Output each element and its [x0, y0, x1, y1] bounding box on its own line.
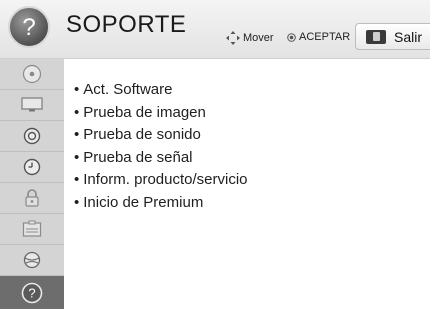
ok-hint: ACEPTAR [287, 31, 350, 43]
sidebar-item-options[interactable] [0, 214, 64, 245]
menu-item-picture-test[interactable]: • Prueba de imagen [74, 102, 248, 125]
svg-text:?: ? [28, 285, 35, 300]
sidebar-item-media[interactable] [0, 59, 64, 90]
sidebar-item-lock[interactable] [0, 183, 64, 214]
menu-item-premium-start[interactable]: • Inicio de Premium [74, 192, 248, 215]
options-box-icon [22, 220, 42, 237]
move-hint-label: Mover [243, 32, 274, 44]
exit-button[interactable]: Salir [355, 23, 430, 50]
svg-text:?: ? [22, 14, 35, 41]
sidebar-item-sound[interactable] [0, 121, 64, 152]
lock-icon [25, 189, 39, 207]
menu-item-label: Inform. producto/servicio [83, 171, 248, 188]
menu-item-label: Inicio de Premium [83, 193, 204, 211]
help-icon: ? [21, 282, 43, 303]
exit-button-label: Salir [394, 28, 423, 45]
tv-screen-icon [21, 97, 43, 112]
menu-item-product-info[interactable]: • Inform. producto/servicio [74, 169, 248, 192]
menu-item-label: Act. Software [83, 81, 173, 98]
disc-icon [22, 64, 42, 84]
exit-key-icon [366, 29, 386, 44]
page-title: SOPORTE [66, 11, 187, 38]
sidebar-item-support[interactable]: ? [0, 276, 64, 309]
category-sidebar: ? [0, 59, 64, 309]
menu-item-sound-test[interactable]: • Prueba de sonido [74, 124, 248, 147]
menu-item-label: Prueba de señal [83, 148, 193, 166]
header-bar: ? SOPORTE Mover ACEPTAR Salir [0, 0, 430, 59]
sidebar-item-network[interactable] [0, 245, 64, 276]
support-menu-list: • Act. Software • Prueba de imagen • Prueba… [74, 79, 248, 214]
menu-item-signal-test[interactable]: • Prueba de señal [74, 147, 248, 170]
menu-item-label: Prueba de sonido [83, 126, 201, 143]
sidebar-item-picture[interactable] [0, 90, 64, 121]
ok-hint-label: ACEPTAR [299, 31, 351, 43]
clock-icon [23, 158, 41, 176]
menu-item-label: Prueba de imagen [83, 103, 206, 121]
speaker-icon [23, 127, 41, 145]
support-content-panel: • Act. Software • Prueba de imagen • Prueba… [64, 59, 430, 309]
ok-button-icon [287, 32, 296, 42]
sidebar-item-time[interactable] [0, 152, 64, 183]
help-icon: ? [8, 6, 50, 48]
directional-pad-icon [226, 31, 240, 45]
network-globe-icon [23, 251, 41, 269]
menu-item-software-update[interactable]: • Act. Software [74, 79, 248, 102]
move-hint: Mover [226, 31, 274, 45]
support-menu-window: ? SOPORTE Mover ACEPTAR Salir ? • Act. S… [0, 0, 430, 309]
